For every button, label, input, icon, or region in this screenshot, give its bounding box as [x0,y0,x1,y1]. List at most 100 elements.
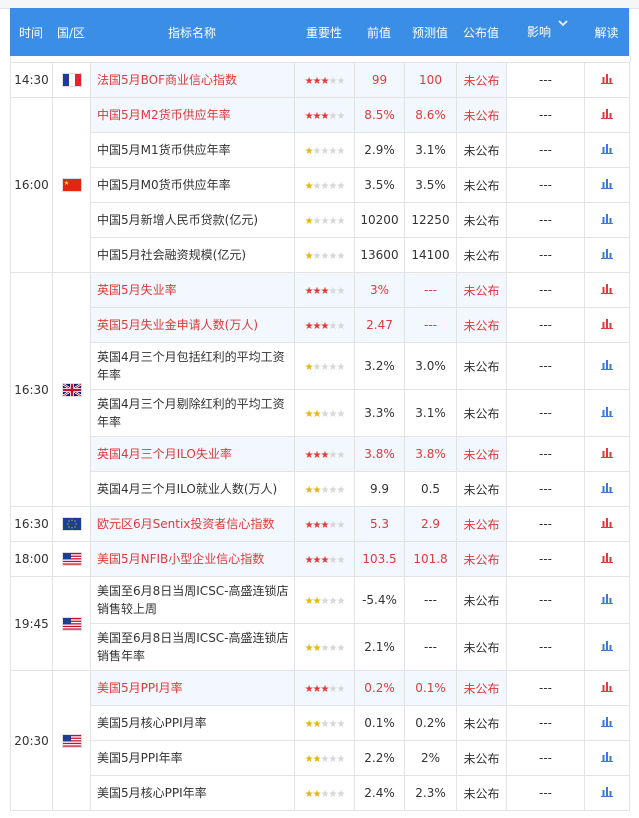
bar-chart-icon[interactable] [601,482,613,496]
bar-chart-icon[interactable] [601,178,613,192]
indicator-name[interactable]: 中国5月M0货币供应年率 [90,167,295,203]
interpret-cell[interactable] [584,705,630,741]
importance-cell: ★★★★★ [294,705,355,741]
interpret-cell[interactable] [584,97,630,133]
bar-chart-icon[interactable] [601,716,613,730]
actual-value: 未公布 [456,62,507,98]
time-cell: 18:00 [10,541,53,577]
importance-cell: ★★★★★ [294,740,355,776]
bar-chart-icon[interactable] [601,640,613,654]
bar-chart-icon[interactable] [601,359,613,373]
previous-value: 2.47 [354,307,405,343]
table-row: 美国5月PPI年率 ★★★★★ 2.2% 2% 未公布 --- [11,740,630,776]
interpret-cell[interactable] [584,541,630,577]
header-impact: 影响 [526,25,551,39]
indicator-name[interactable]: 英国5月失业金申请人数(万人) [90,307,295,343]
france-flag-icon [61,73,82,88]
impact-value: --- [506,389,585,437]
indicator-name[interactable]: 中国5月新增人民币贷款(亿元) [90,202,295,238]
header-interpret: 解读 [594,25,619,40]
interpret-cell[interactable] [584,132,630,168]
interpret-cell[interactable] [584,237,630,273]
indicator-name[interactable]: 美国至6月8日当周ICSC-高盛连锁店销售较上周 [90,576,295,624]
table-row: 英国4月三个月ILO就业人数(万人) ★★★★★ 9.9 0.5 未公布 --- [11,471,630,507]
previous-value: 99 [354,62,405,98]
header-indicator: 指标名称 [167,25,216,40]
bar-chart-icon[interactable] [601,517,613,531]
bar-chart-icon[interactable] [601,447,613,461]
interpret-cell[interactable] [584,167,630,203]
indicator-name[interactable]: 欧元区6月Sentix投资者信心指数 [90,506,295,542]
star-rating-icon: ★★★★★ [304,684,346,695]
table-row: 美国至6月8日当周ICSC-高盛连锁店销售年率 ★★★★★ 2.1% --- 未公布 --… [11,623,630,671]
interpret-cell[interactable] [584,389,630,437]
interpret-cell[interactable] [584,576,630,624]
interpret-cell[interactable] [584,272,630,308]
interpret-cell[interactable] [584,471,630,507]
actual-value: 未公布 [456,342,507,390]
indicator-name[interactable]: 中国5月社会融资规模(亿元) [90,237,295,273]
interpret-cell[interactable] [584,436,630,472]
importance-cell: ★★★★★ [294,436,355,472]
indicator-name[interactable]: 美国5月PPI月率 [90,670,295,706]
bar-chart-icon[interactable] [601,73,613,87]
bar-chart-icon[interactable] [601,143,613,157]
bar-chart-icon[interactable] [601,248,613,262]
indicator-name[interactable]: 美国5月NFIB小型企业信心指数 [90,541,295,577]
indicator-name[interactable]: 英国5月失业率 [90,272,295,308]
interpret-cell[interactable] [584,740,630,776]
indicator-name[interactable]: 英国4月三个月ILO就业人数(万人) [90,471,295,507]
bar-chart-icon[interactable] [601,108,613,122]
indicator-name[interactable]: 英国4月三个月ILO失业率 [90,436,295,472]
actual-value: 未公布 [456,389,507,437]
bar-chart-icon[interactable] [601,213,613,227]
bar-chart-icon[interactable] [601,406,613,420]
indicator-name[interactable]: 中国5月M1货币供应年率 [90,132,295,168]
interpret-cell[interactable] [584,670,630,706]
indicator-name[interactable]: 美国5月核心PPI月率 [90,705,295,741]
impact-value: --- [506,670,585,706]
bar-chart-icon[interactable] [601,318,613,332]
indicator-name[interactable]: 中国5月M2货币供应年率 [90,97,295,133]
previous-value: 2.2% [354,740,405,776]
actual-value: 未公布 [456,775,507,811]
header-impact-dropdown[interactable]: 影响 [506,8,584,56]
interpret-cell[interactable] [584,202,630,238]
forecast-value: 3.5% [404,167,457,203]
interpret-cell[interactable] [584,307,630,343]
previous-value: 8.5% [354,97,405,133]
bar-chart-icon[interactable] [601,552,613,566]
previous-value: 0.1% [354,705,405,741]
interpret-cell[interactable] [584,342,630,390]
header-country: 国/区 [56,25,86,40]
indicator-name[interactable]: 美国5月PPI年率 [90,740,295,776]
table-row: 中国5月M0货币供应年率 ★★★★★ 3.5% 3.5% 未公布 --- [11,167,630,203]
indicator-name[interactable]: 美国5月核心PPI年率 [90,775,295,811]
previous-value: 3% [354,272,405,308]
interpret-cell[interactable] [584,623,630,671]
bar-chart-icon[interactable] [601,786,613,800]
impact-value: --- [506,167,585,203]
actual-value: 未公布 [456,740,507,776]
previous-value: 0.2% [354,670,405,706]
indicator-name[interactable]: 英国4月三个月包括红利的平均工资年率 [90,342,295,390]
interpret-cell[interactable] [584,506,630,542]
importance-cell: ★★★★★ [294,97,355,133]
previous-value: -5.4% [354,576,405,624]
time-cell: 19:45 [10,576,53,671]
indicator-name[interactable]: 英国4月三个月剔除红利的平均工资年率 [90,389,295,437]
interpret-cell[interactable] [584,62,630,98]
bar-chart-icon[interactable] [601,593,613,607]
previous-value: 9.9 [354,471,405,507]
bar-chart-icon[interactable] [601,681,613,695]
table-row: 14:30 法国5月BOF商业信心指数 ★★★★★ 99 100 未公布 --- [10,62,630,98]
bar-chart-icon[interactable] [601,283,613,297]
interpret-cell[interactable] [584,775,630,811]
bar-chart-icon[interactable] [601,751,613,765]
star-rating-icon: ★★★★★ [304,485,346,496]
table-row: 英国5月失业金申请人数(万人) ★★★★★ 2.47 --- 未公布 --- [11,307,630,343]
indicator-name[interactable]: 美国至6月8日当周ICSC-高盛连锁店销售年率 [90,623,295,671]
impact-value: --- [506,342,585,390]
indicator-name[interactable]: 法国5月BOF商业信心指数 [90,62,295,98]
time-cell: 16:30 [10,506,53,542]
